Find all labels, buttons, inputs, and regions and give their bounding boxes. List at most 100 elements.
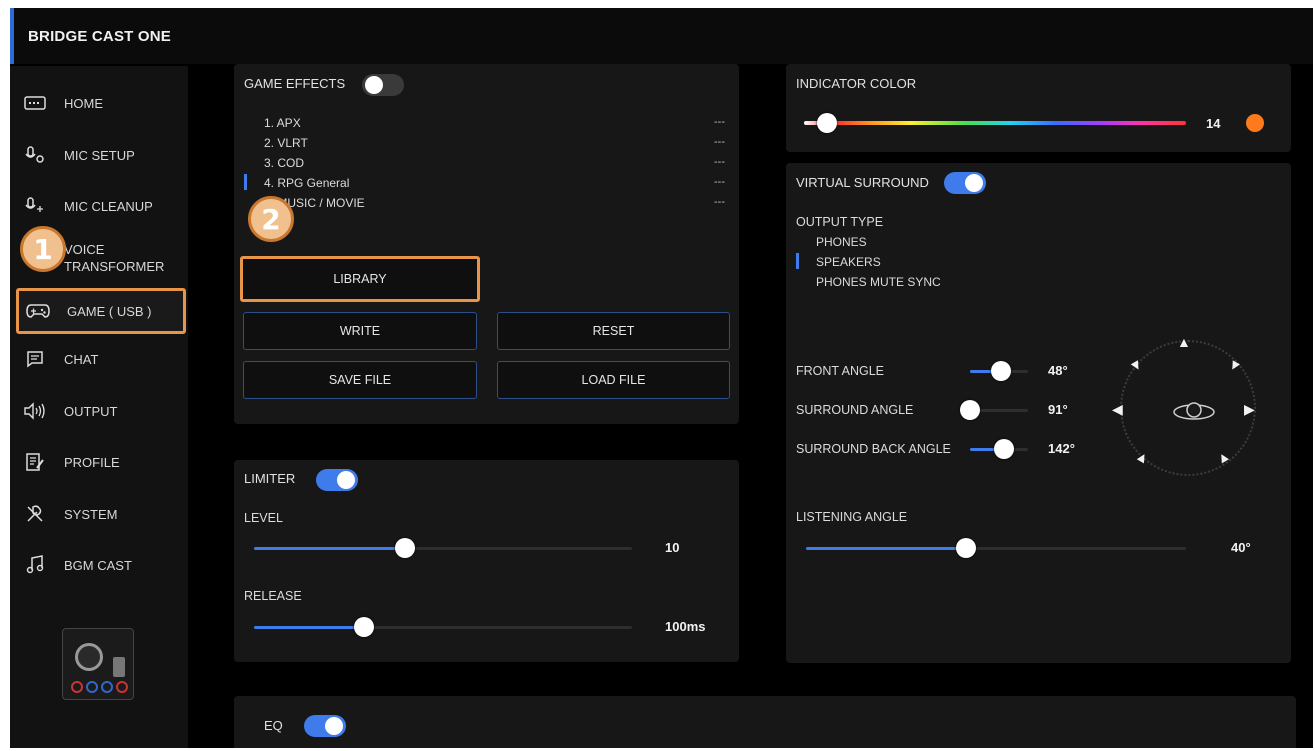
mic-cleanup-icon [22, 196, 48, 216]
speaker-center-icon: ▲ [1177, 334, 1191, 350]
listening-angle-slider-thumb[interactable] [955, 538, 976, 558]
limiter-panel: LIMITER LEVEL 10 RELEASE 100ms [234, 460, 739, 662]
surround-back-angle-label: SURROUND BACK ANGLE [796, 442, 951, 456]
release-slider-thumb[interactable] [353, 617, 374, 637]
device-fader [113, 657, 125, 677]
speaker-surround-left-icon: ◀ [1112, 401, 1123, 417]
sidebar-item-label: HOME [64, 95, 103, 111]
title-accent [10, 8, 14, 64]
sidebar-item-label: CHAT [64, 351, 99, 367]
sidebar-item-label: MIC CLEANUP [64, 198, 153, 214]
front-angle-label: FRONT ANGLE [796, 364, 884, 378]
sidebar-item-profile[interactable]: PROFILE [16, 442, 186, 482]
sidebar-item-game-usb[interactable]: GAME ( USB ) [16, 288, 186, 334]
listening-angle-value: 40° [1231, 540, 1251, 555]
preset-value-1: --- [714, 116, 725, 128]
device-image [62, 628, 134, 700]
surround-angle-value: 91° [1048, 402, 1068, 417]
sidebar-item-chat[interactable]: CHAT [16, 339, 186, 379]
sidebar-item-home[interactable]: HOME [16, 83, 186, 123]
chat-icon [22, 349, 48, 369]
title-bar: BRIDGE CAST ONE [10, 8, 1313, 64]
game-effects-panel: GAME EFFECTS 1. APX --- 2. VLRT --- 3. C… [234, 64, 739, 424]
wrench-icon [22, 504, 48, 524]
sidebar-item-mic-setup[interactable]: MIC SETUP [16, 135, 186, 175]
sidebar-item-label: OUTPUT [64, 403, 118, 419]
callout-badge-1: 1 [20, 226, 66, 272]
preset-item-4[interactable]: 4. RPG General [264, 176, 349, 190]
sidebar-item-bgm-cast[interactable]: BGM CAST [16, 545, 186, 585]
output-type-phones[interactable]: PHONES [816, 235, 867, 249]
output-type-selected-marker [796, 253, 799, 269]
preset-value-2: --- [714, 136, 725, 148]
front-angle-slider-thumb[interactable] [990, 361, 1011, 381]
indicator-color-swatch [1246, 114, 1264, 132]
limiter-toggle[interactable] [316, 469, 358, 491]
game-effects-toggle[interactable] [362, 74, 404, 96]
write-button[interactable]: WRITE [243, 312, 477, 350]
indicator-color-panel: INDICATOR COLOR 14 [786, 64, 1291, 152]
level-label: LEVEL [244, 511, 283, 525]
eq-panel: EQ [234, 696, 1296, 748]
sidebar: HOME MIC SETUP MIC CLEANUP VOICE TRANSFO… [10, 66, 188, 748]
indicator-color-slider-thumb[interactable] [816, 113, 837, 133]
sidebar-item-label: BGM CAST [64, 557, 132, 573]
device-buttons [71, 681, 128, 693]
indicator-color-slider-track[interactable] [804, 121, 1186, 125]
save-file-button[interactable]: SAVE FILE [243, 361, 477, 399]
virtual-surround-title: VIRTUAL SURROUND [796, 175, 929, 190]
sidebar-item-system[interactable]: SYSTEM [16, 494, 186, 534]
sidebar-item-label: SYSTEM [64, 506, 118, 522]
output-type-speakers[interactable]: SPEAKERS [816, 255, 881, 269]
release-label: RELEASE [244, 589, 302, 603]
sidebar-item-label: MIC SETUP [64, 147, 135, 163]
reset-button[interactable]: RESET [497, 312, 730, 350]
release-value: 100ms [665, 619, 706, 634]
sidebar-item-output[interactable]: OUTPUT [16, 391, 186, 431]
listening-angle-label: LISTENING ANGLE [796, 510, 908, 524]
profile-icon [22, 452, 48, 472]
surround-angle-slider-thumb[interactable] [960, 400, 980, 420]
device-knob [75, 643, 103, 671]
game-effects-title: GAME EFFECTS [244, 76, 346, 91]
sidebar-item-mic-cleanup[interactable]: MIC CLEANUP [16, 186, 186, 226]
preset-value-5: --- [714, 196, 725, 208]
preset-item-1[interactable]: 1. APX [264, 116, 301, 130]
indicator-color-title: INDICATOR COLOR [796, 76, 917, 91]
app-window: BRIDGE CAST ONE HOME MIC SETUP MIC CLEAN… [10, 8, 1313, 748]
gamepad-icon [25, 301, 51, 321]
home-icon [22, 93, 48, 113]
speaker-icon [22, 401, 48, 421]
callout-badge-2: 2 [248, 196, 294, 242]
virtual-surround-toggle[interactable] [944, 172, 986, 194]
listening-angle-slider-fill [806, 547, 966, 550]
music-note-icon [22, 555, 48, 575]
preset-item-3[interactable]: 3. COD [264, 156, 304, 170]
preset-selected-marker [244, 174, 247, 190]
sidebar-item-label: VOICE TRANSFORMER [64, 242, 165, 274]
limiter-title: LIMITER [244, 471, 296, 486]
sidebar-item-label: PROFILE [64, 454, 120, 470]
level-slider-fill [254, 547, 406, 550]
indicator-color-value: 14 [1206, 116, 1221, 131]
output-type-label: OUTPUT TYPE [796, 215, 884, 229]
surround-back-angle-slider-thumb[interactable] [993, 439, 1014, 459]
load-file-button[interactable]: LOAD FILE [497, 361, 730, 399]
preset-item-2[interactable]: 2. VLRT [264, 136, 308, 150]
eq-toggle[interactable] [304, 715, 346, 737]
front-angle-value: 48° [1048, 363, 1068, 378]
surround-angle-label: SURROUND ANGLE [796, 403, 914, 417]
sidebar-item-label: GAME ( USB ) [67, 303, 152, 319]
library-button[interactable]: LIBRARY [240, 256, 480, 302]
surround-back-angle-value: 142° [1048, 441, 1075, 456]
level-value: 10 [665, 540, 680, 555]
eq-title: EQ [264, 718, 283, 733]
release-slider-fill [254, 626, 364, 629]
speaker-surround-right-icon: ▶ [1244, 401, 1255, 417]
preset-value-4: --- [714, 176, 725, 188]
output-type-phones-mute-sync[interactable]: PHONES MUTE SYNC [816, 275, 941, 289]
preset-value-3: --- [714, 156, 725, 168]
level-slider-thumb[interactable] [395, 538, 416, 558]
app-title: BRIDGE CAST ONE [28, 28, 172, 45]
mic-setup-icon [22, 145, 48, 165]
